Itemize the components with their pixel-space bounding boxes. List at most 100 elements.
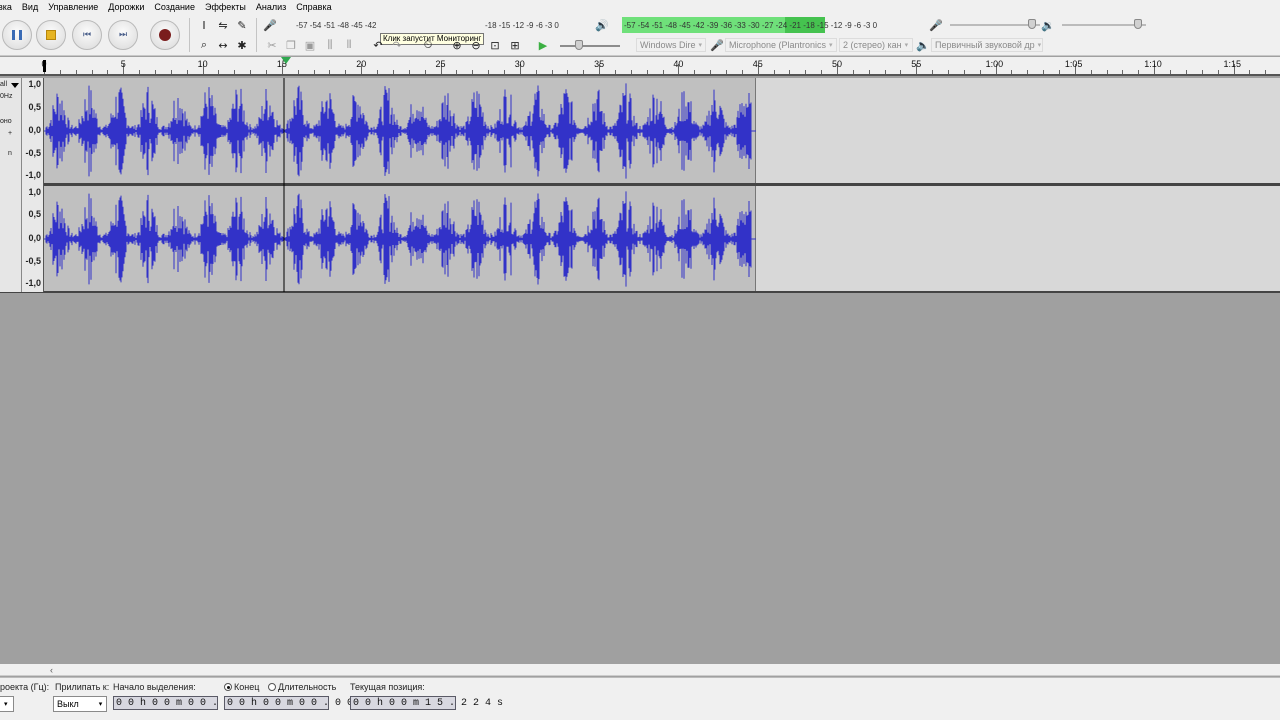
stop-button[interactable] xyxy=(36,20,66,50)
menu-effects[interactable]: Эффекты xyxy=(205,2,246,12)
scale-bot-05: 0,5 xyxy=(28,209,41,219)
menu-file[interactable]: вка xyxy=(0,2,12,12)
selection-toolbar: роекта (Гц): ▾ Прилипать к: Выкл ▾ Начало… xyxy=(0,677,1280,720)
envelope-tool-icon[interactable]: ⇋ xyxy=(215,17,231,33)
ruler-minor-tick xyxy=(424,70,426,74)
menu-tracks[interactable]: Дорожки xyxy=(108,2,144,12)
multi-tool-icon[interactable]: ✱ xyxy=(234,37,250,53)
pause-icon xyxy=(12,30,22,40)
scale-top-05: 0,5 xyxy=(28,102,41,112)
gain-plus-icon[interactable]: + xyxy=(8,130,12,137)
input-device-mic-icon: 🎤 xyxy=(710,38,724,52)
menu-help[interactable]: Справка xyxy=(296,2,331,12)
ruler-label: 1:00 xyxy=(985,59,1004,69)
ruler-minor-tick xyxy=(1185,70,1187,74)
track-menu-arrow-icon[interactable] xyxy=(11,83,19,88)
skip-to-end-button[interactable]: ⏭ xyxy=(108,20,138,50)
record-meter-scale[interactable]: -57 -54 -51 -48 -45 -42 xyxy=(296,18,377,32)
pause-button[interactable] xyxy=(2,20,32,50)
waveform[interactable] xyxy=(44,78,756,292)
playhead-marker-icon[interactable] xyxy=(281,57,291,64)
play-at-speed-icon[interactable]: ▶ xyxy=(535,37,551,53)
ruler-minor-tick xyxy=(345,70,347,74)
horizontal-scrollbar[interactable]: ‹ xyxy=(0,664,1280,676)
ruler-minor-tick xyxy=(694,70,696,74)
play-speed-slider[interactable] xyxy=(560,45,620,47)
project-rate-select[interactable]: ▾ xyxy=(0,696,14,712)
track-name-label[interactable]: all xyxy=(0,81,7,88)
ruler-minor-tick xyxy=(139,70,141,74)
draw-tool-icon[interactable]: ✎ xyxy=(234,17,250,33)
playback-volume-thumb[interactable] xyxy=(1134,19,1142,29)
audio-position-field[interactable]: 0 0 h 0 0 m 1 5 . 2 2 4 s xyxy=(350,696,503,710)
menu-generate[interactable]: Создание xyxy=(154,2,195,12)
output-device-select[interactable]: Первичный звуковой др ▾ xyxy=(931,38,1043,52)
fit-project-icon[interactable]: ⊞ xyxy=(507,37,523,53)
selection-tool-icon[interactable]: I xyxy=(196,17,212,33)
timeline-ruler[interactable]: 05101520253035404550551:001:051:101:15 xyxy=(0,57,1280,76)
mono-stereo-label: оно xyxy=(0,118,12,125)
toolbars: ⏮ ⏭ I ⇋ ✎ ⌕ ↔ ✱ 🎤 -57 -54 -51 -48 -45 -4… xyxy=(0,14,1280,56)
ruler-minor-tick xyxy=(741,70,743,74)
zoom-in-icon[interactable]: ⊕ xyxy=(449,37,465,53)
ruler-minor-tick xyxy=(979,70,981,74)
input-device-select[interactable]: Microphone (Plantronics ▾ xyxy=(725,38,837,52)
ruler-label: 45 xyxy=(752,59,763,69)
track-control-panel[interactable]: all 0Hz оно + n xyxy=(0,78,22,292)
channels-select[interactable]: 2 (стерео) кан ▾ xyxy=(839,38,913,52)
skip-to-start-button[interactable]: ⏮ xyxy=(72,20,102,50)
selection-start-field[interactable]: 0 0 h 0 0 m 0 0 . 0 0 0 s xyxy=(113,696,266,710)
mic-volume-thumb[interactable] xyxy=(1028,19,1036,29)
paste-icon[interactable]: ▣ xyxy=(302,37,318,53)
ruler-label: 5 xyxy=(120,59,126,69)
snap-to-select[interactable]: Выкл ▾ xyxy=(53,696,107,712)
zoom-tool-icon[interactable]: ⌕ xyxy=(196,37,212,53)
end-radio[interactable]: Конец xyxy=(224,682,259,692)
play-speed-thumb[interactable] xyxy=(575,40,583,50)
waveform-left-channel xyxy=(45,83,752,179)
sync-lock-icon[interactable]: ⏲ xyxy=(420,37,436,53)
stop-icon xyxy=(46,30,56,40)
fit-selection-icon[interactable]: ⊡ xyxy=(487,37,503,53)
audio-host-select[interactable]: Windows Dire ▾ xyxy=(636,38,706,52)
cut-icon[interactable]: ✂ xyxy=(264,37,280,53)
length-radio[interactable]: Длительность xyxy=(268,682,336,692)
ruler-minor-tick xyxy=(551,70,553,74)
record-button[interactable] xyxy=(150,20,180,50)
scroll-left-icon[interactable]: ‹ xyxy=(50,665,53,675)
ruler-label: 50 xyxy=(832,59,843,69)
end-radio-icon xyxy=(224,683,232,691)
pan-icon[interactable]: n xyxy=(8,150,12,157)
menu-transport[interactable]: Управление xyxy=(48,2,98,12)
ruler-minor-tick xyxy=(852,70,854,74)
ruler-minor-tick xyxy=(488,70,490,74)
ruler-label: 25 xyxy=(435,59,446,69)
ruler-label: 55 xyxy=(911,59,922,69)
undo-icon[interactable]: ↶ xyxy=(370,37,386,53)
zoom-out-icon[interactable]: ⊖ xyxy=(468,37,484,53)
menu-bar: вка Вид Управление Дорожки Создание Эффе… xyxy=(0,0,1280,14)
menu-analyze[interactable]: Анализ xyxy=(256,2,286,12)
silence-icon[interactable]: ⫴ xyxy=(341,37,357,53)
menu-view[interactable]: Вид xyxy=(22,2,38,12)
scale-top-1: 1,0 xyxy=(28,79,41,89)
ruler-minor-tick xyxy=(1170,70,1172,74)
timeshift-tool-icon[interactable]: ↔ xyxy=(215,37,231,53)
selection-end-field[interactable]: 0 0 h 0 0 m 0 0 . 0 0 0 s xyxy=(224,696,377,710)
redo-icon[interactable]: ↷ xyxy=(389,37,405,53)
ruler-minor-tick xyxy=(456,70,458,74)
ruler-minor-tick xyxy=(710,70,712,74)
playback-meter-scale[interactable]: -57 -54 -51 -48 -45 -42 -39 -36 -33 -30 … xyxy=(624,18,877,32)
ruler-minor-tick xyxy=(1122,70,1124,74)
ruler-minor-tick xyxy=(884,70,886,74)
copy-icon[interactable]: ❐ xyxy=(283,37,299,53)
toolbar-separator xyxy=(256,18,257,52)
ruler-minor-tick xyxy=(662,70,664,74)
ruler-label: 1:10 xyxy=(1144,59,1162,69)
ruler-minor-tick xyxy=(1043,70,1045,74)
playback-volume-icon: 🔉 xyxy=(1041,18,1055,32)
trim-icon[interactable]: ⫼ xyxy=(322,37,338,53)
record-meter-mic-icon[interactable]: 🎤 xyxy=(262,17,278,33)
mic-volume-slider[interactable] xyxy=(950,24,1040,26)
ruler-minor-tick xyxy=(725,70,727,74)
